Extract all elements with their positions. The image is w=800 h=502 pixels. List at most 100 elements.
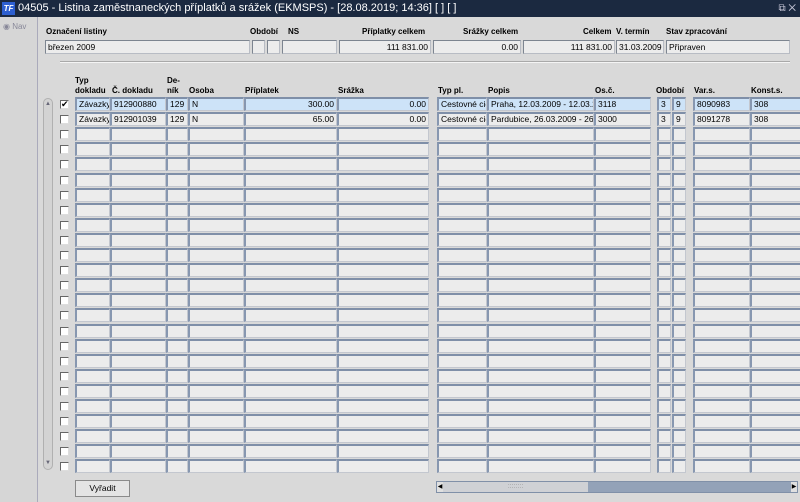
cell-priplatek[interactable] xyxy=(244,127,337,142)
cell-srazka[interactable] xyxy=(337,353,429,368)
cell-typ[interactable] xyxy=(75,353,110,368)
cell-konsts[interactable] xyxy=(750,444,800,459)
cell-cdokladu[interactable] xyxy=(110,187,166,202)
cell-srazka[interactable] xyxy=(337,323,429,338)
cell-vars[interactable] xyxy=(693,338,750,353)
cell-cdokladu[interactable] xyxy=(110,338,166,353)
cell-ob1[interactable] xyxy=(657,278,671,293)
cell-cdokladu[interactable] xyxy=(110,353,166,368)
cell-ob1[interactable] xyxy=(657,368,671,383)
cell-denik[interactable] xyxy=(166,429,188,444)
cell-srazka[interactable] xyxy=(337,338,429,353)
cell-priplatek[interactable] xyxy=(244,429,337,444)
cell-srazka[interactable] xyxy=(337,293,429,308)
cell-ob2[interactable] xyxy=(672,232,686,247)
cell-priplatek[interactable] xyxy=(244,172,337,187)
cell-osc[interactable] xyxy=(594,127,651,142)
cell-konsts[interactable] xyxy=(750,157,800,172)
row-checkbox[interactable] xyxy=(60,251,69,260)
cell-typpl[interactable] xyxy=(437,399,487,413)
cell-typ[interactable] xyxy=(75,172,110,187)
obdobi-field-2[interactable] xyxy=(267,40,280,54)
cell-typ[interactable] xyxy=(75,157,110,172)
cell-ob1[interactable]: 3 xyxy=(657,112,671,127)
cell-vars[interactable] xyxy=(693,187,750,202)
cell-typpl[interactable] xyxy=(437,323,487,338)
cell-typpl[interactable] xyxy=(437,308,487,323)
cell-konsts[interactable]: 308 xyxy=(750,97,800,111)
cell-srazka[interactable] xyxy=(337,142,429,157)
cell-osc[interactable] xyxy=(594,217,651,232)
cell-vars[interactable] xyxy=(693,142,750,157)
cell-typ[interactable] xyxy=(75,248,110,262)
cell-typ[interactable] xyxy=(75,308,110,323)
row-checkbox[interactable] xyxy=(60,371,69,381)
row-checkbox[interactable] xyxy=(60,281,69,291)
cell-konsts[interactable] xyxy=(750,353,800,368)
cell-vars[interactable]: 8090983 xyxy=(693,97,750,111)
cell-vars[interactable] xyxy=(693,157,750,172)
cell-popis[interactable] xyxy=(487,444,594,459)
scroll-down-icon[interactable]: ▼ xyxy=(44,459,52,468)
cell-osoba[interactable] xyxy=(188,429,244,444)
cell-cdokladu[interactable] xyxy=(110,127,166,142)
cell-vars[interactable] xyxy=(693,278,750,293)
cell-konsts[interactable] xyxy=(750,414,800,429)
row-checkbox[interactable] xyxy=(60,432,69,442)
cell-priplatek[interactable] xyxy=(244,323,337,338)
cell-typpl[interactable] xyxy=(437,187,487,202)
cell-osc[interactable] xyxy=(594,142,651,157)
cell-typ[interactable] xyxy=(75,263,110,278)
cell-vars[interactable] xyxy=(693,368,750,383)
cell-cdokladu[interactable] xyxy=(110,157,166,172)
cell-typ[interactable] xyxy=(75,127,110,142)
cell-denik[interactable] xyxy=(166,444,188,459)
cell-denik[interactable] xyxy=(166,338,188,353)
cell-ob1[interactable] xyxy=(657,429,671,444)
cell-typpl[interactable] xyxy=(437,157,487,172)
cell-typpl[interactable] xyxy=(437,172,487,187)
cell-cdokladu[interactable] xyxy=(110,399,166,413)
cell-vars[interactable] xyxy=(693,323,750,338)
cell-ob1[interactable] xyxy=(657,338,671,353)
cell-ob2[interactable] xyxy=(672,414,686,429)
cell-typ[interactable] xyxy=(75,414,110,429)
cell-osc[interactable] xyxy=(594,187,651,202)
cell-typ[interactable] xyxy=(75,187,110,202)
cell-ob1[interactable] xyxy=(657,127,671,142)
cell-osoba[interactable] xyxy=(188,248,244,262)
cell-srazka[interactable] xyxy=(337,383,429,398)
cell-srazka[interactable] xyxy=(337,263,429,278)
cell-priplatek[interactable] xyxy=(244,202,337,217)
cell-cdokladu[interactable] xyxy=(110,263,166,278)
cell-popis[interactable] xyxy=(487,127,594,142)
cell-osc[interactable] xyxy=(594,278,651,293)
cell-priplatek[interactable] xyxy=(244,278,337,293)
cell-typ[interactable] xyxy=(75,368,110,383)
window-controls[interactable]: ⧉ ✕ xyxy=(778,0,796,17)
cell-osoba[interactable] xyxy=(188,172,244,187)
cell-typpl[interactable] xyxy=(437,217,487,232)
cell-osoba[interactable]: N xyxy=(188,112,244,127)
row-checkbox[interactable] xyxy=(60,115,69,125)
cell-osc[interactable] xyxy=(594,232,651,247)
cell-cdokladu[interactable] xyxy=(110,142,166,157)
row-checkbox[interactable] xyxy=(60,447,69,457)
cell-popis[interactable] xyxy=(487,142,594,157)
cell-popis[interactable] xyxy=(487,323,594,338)
cell-osoba[interactable] xyxy=(188,414,244,429)
cell-ob2[interactable] xyxy=(672,172,686,187)
cell-konsts[interactable] xyxy=(750,217,800,232)
cell-priplatek[interactable] xyxy=(244,444,337,459)
cell-priplatek[interactable] xyxy=(244,293,337,308)
cell-konsts[interactable] xyxy=(750,172,800,187)
cell-srazka[interactable] xyxy=(337,157,429,172)
row-checkbox[interactable] xyxy=(60,266,69,276)
cell-cdokladu[interactable] xyxy=(110,308,166,323)
cell-ob1[interactable] xyxy=(657,263,671,278)
cell-priplatek[interactable] xyxy=(244,414,337,429)
cell-ob2[interactable] xyxy=(672,217,686,232)
cell-popis[interactable] xyxy=(487,248,594,262)
cell-osoba[interactable] xyxy=(188,399,244,413)
cell-osoba[interactable] xyxy=(188,187,244,202)
